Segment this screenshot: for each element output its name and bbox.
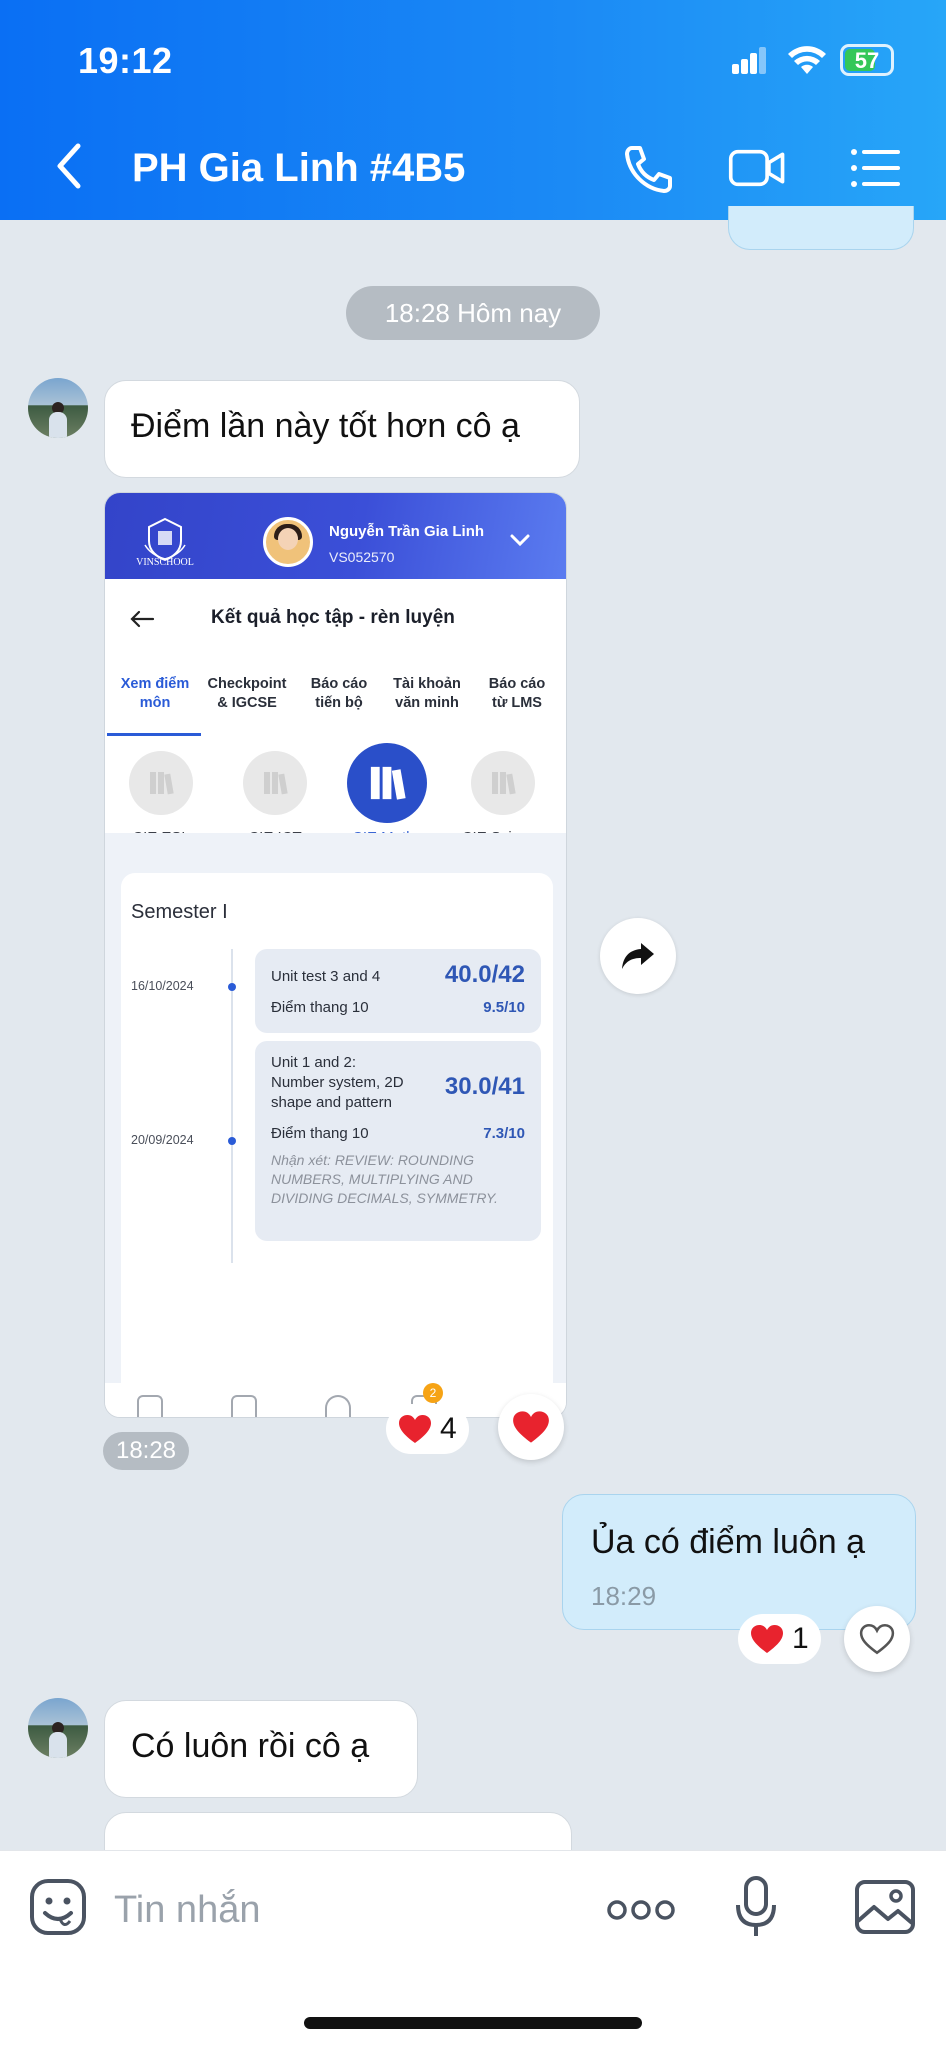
message-time: 18:29 [591, 1581, 657, 1611]
battery-level: 57 [854, 48, 880, 73]
timeline-dot [228, 983, 236, 991]
heart-icon [751, 1625, 783, 1653]
score-entry: Unit test 3 and 4 40.0/42 Điểm thang 10 … [255, 949, 541, 1033]
shared-image[interactable]: VINSCHOOL Nguyễn Trần Gia Linh VS052570 … [104, 492, 567, 1418]
subject-cie-science: CIE Science [455, 751, 551, 846]
entry-date: 20/09/2024 [131, 1133, 194, 1147]
wifi-icon [788, 46, 826, 74]
app-bottom-nav: 2 [105, 1383, 566, 1417]
image-gallery-button[interactable] [854, 1879, 916, 1935]
sender-avatar[interactable] [28, 1698, 88, 1758]
home-icon [137, 1395, 163, 1417]
reaction-summary[interactable]: 4 [386, 1404, 469, 1454]
arrow-left-icon [130, 610, 155, 628]
tab-tai-khoan-van-minh: Tài khoản văn minh [393, 676, 461, 711]
heart-outline-icon [859, 1623, 895, 1655]
timeline [231, 949, 233, 1263]
message-input[interactable]: Tin nhắn [114, 1889, 260, 1932]
student-id: VS052570 [329, 549, 395, 565]
subject-cie-ict: CIE ICT [227, 751, 323, 846]
incoming-message-bubble[interactable]: Điểm lần này tốt hơn cô ạ [104, 380, 580, 478]
share-button[interactable] [600, 918, 676, 994]
timeline-dot [228, 1137, 236, 1145]
video-call-button[interactable] [728, 140, 788, 196]
chevron-down-icon [510, 534, 530, 547]
home-indicator [304, 2017, 642, 2029]
student-name: Nguyễn Trần Gia Linh [329, 523, 485, 540]
calendar-icon [231, 1395, 257, 1417]
more-options-button[interactable] [606, 1897, 676, 1923]
reaction-summary[interactable]: 1 [738, 1614, 821, 1664]
school-logo [144, 517, 186, 562]
previous-message-bubble [728, 206, 914, 250]
subject-cie-maths: CIE Maths [339, 743, 435, 846]
date-separator: 18:28 Hôm nay [346, 286, 600, 340]
page-title: Kết quả học tập - rèn luyện [211, 607, 455, 628]
emoji-sticker-button[interactable] [28, 1877, 88, 1937]
chat-header: 19:12 57 PH Gia Linh #4B5 [0, 0, 946, 220]
active-tab-indicator [107, 733, 201, 736]
heart-icon [513, 1411, 549, 1443]
battery-icon: 57 [840, 44, 894, 76]
chat-icon [325, 1395, 351, 1417]
back-button[interactable] [50, 140, 90, 192]
heart-icon [399, 1415, 431, 1443]
student-avatar [263, 517, 313, 567]
phone-call-button[interactable] [618, 140, 678, 196]
notification-badge: 2 [423, 1383, 443, 1403]
reaction-count: 4 [440, 1412, 457, 1445]
subject-cie-esl: CIE ESL [113, 751, 209, 846]
sender-avatar[interactable] [28, 378, 88, 438]
books-icon [150, 772, 174, 795]
score-entry: Unit 1 and 2: Number system, 2D shape an… [255, 1041, 541, 1241]
react-button[interactable] [844, 1606, 910, 1672]
menu-list-button[interactable] [846, 140, 906, 196]
microphone-button[interactable] [734, 1875, 778, 1939]
books-icon [492, 772, 516, 795]
tab-checkpoint: Checkpoint & IGCSE [207, 676, 287, 711]
chat-title[interactable]: PH Gia Linh #4B5 [132, 146, 465, 191]
tab-bao-cao-lms: Báo cáo từ LMS [488, 676, 546, 711]
school-logo-text: VINSCHOOL [136, 557, 194, 568]
books-icon [370, 766, 406, 800]
incoming-message-bubble[interactable]: Có luôn rồi cô ạ [104, 1700, 418, 1798]
semester-title: Semester I [131, 901, 228, 923]
tab-bao-cao-tien-bo: Báo cáo tiến bộ [310, 676, 368, 711]
message-input-bar: Tin nhắn [0, 1850, 946, 2048]
tab-xem-diem-mon: Xem điểm môn [120, 676, 190, 711]
cellular-signal-icon [732, 46, 766, 74]
books-icon [264, 772, 288, 795]
entry-date: 16/10/2024 [131, 979, 194, 993]
message-time: 18:28 [103, 1432, 189, 1470]
message-text: Ủa có điểm luôn ạ [591, 1523, 866, 1561]
message-text: Điểm lần này tốt hơn cô ạ [131, 407, 520, 445]
status-time: 19:12 [78, 40, 173, 81]
message-text: Có luôn rồi cô ạ [131, 1727, 370, 1765]
reaction-count: 1 [792, 1622, 809, 1655]
app-header: VINSCHOOL Nguyễn Trần Gia Linh VS052570 [105, 493, 566, 579]
tab-bar: Xem điểm môn Checkpoint & IGCSE Báo cáo … [105, 675, 566, 741]
share-arrow-icon [622, 943, 654, 969]
react-button[interactable] [498, 1394, 564, 1460]
